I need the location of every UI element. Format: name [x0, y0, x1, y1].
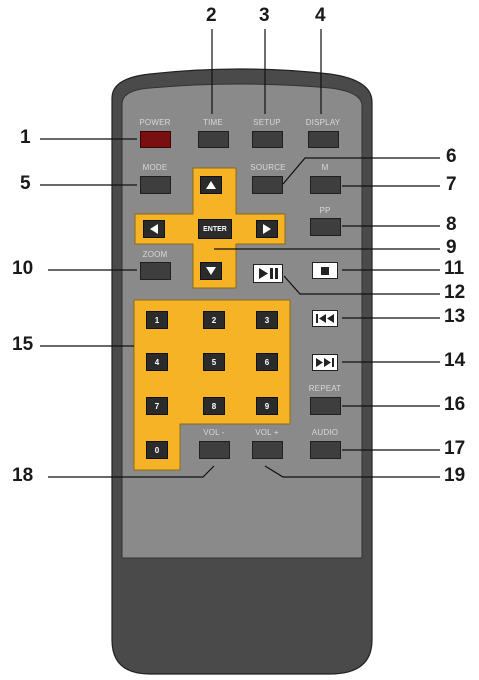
play-pause-button[interactable] [253, 264, 283, 283]
arrow-up-icon [206, 181, 216, 189]
mode-button[interactable] [140, 176, 171, 194]
right-button[interactable] [256, 220, 278, 238]
up-button[interactable] [200, 176, 222, 194]
down-button[interactable] [200, 262, 222, 280]
callout-10: 10 [12, 258, 34, 279]
callout-1: 1 [20, 127, 31, 148]
key-5[interactable]: 5 [203, 353, 225, 371]
stop-icon [321, 266, 329, 275]
time-button[interactable] [198, 131, 229, 148]
remote-diagram: POWER TIME SETUP DISPLAY MODE SOURCE M E… [0, 0, 479, 680]
callout-13: 13 [444, 306, 466, 327]
power-label: POWER [139, 118, 171, 127]
callout-8: 8 [446, 214, 457, 235]
repeat-label: REPEAT [308, 384, 342, 393]
arrow-down-icon [206, 267, 216, 275]
callout-4: 4 [315, 5, 326, 26]
callout-6: 6 [446, 146, 457, 167]
callout-18: 18 [12, 465, 34, 486]
enter-button[interactable]: ENTER [198, 219, 232, 239]
arrow-left-icon [150, 224, 158, 234]
vol-plus-button[interactable] [252, 441, 283, 459]
callout-14: 14 [444, 350, 466, 371]
pp-button[interactable] [310, 218, 341, 236]
key-1[interactable]: 1 [146, 311, 168, 329]
left-button[interactable] [143, 220, 165, 238]
mode-label: MODE [142, 163, 168, 172]
audio-label: AUDIO [311, 428, 339, 437]
key-6[interactable]: 6 [256, 353, 278, 371]
callout-3: 3 [259, 5, 270, 26]
m-label: M [321, 163, 329, 172]
callout-9: 9 [446, 237, 457, 258]
time-label: TIME [203, 118, 223, 127]
setup-button[interactable] [252, 131, 283, 148]
next-track-button[interactable] [312, 354, 338, 371]
play-pause-icon [259, 268, 278, 279]
callout-15: 15 [12, 334, 34, 355]
key-9[interactable]: 9 [256, 397, 278, 415]
callout-12: 12 [444, 282, 466, 303]
key-0[interactable]: 0 [146, 441, 168, 459]
callout-7: 7 [446, 174, 457, 195]
callout-19: 19 [444, 465, 466, 486]
repeat-button[interactable] [310, 397, 341, 415]
previous-track-button[interactable] [312, 310, 338, 327]
key-7[interactable]: 7 [146, 397, 168, 415]
vol-minus-label: VOL - [203, 428, 225, 437]
callout-16: 16 [444, 394, 466, 415]
source-label: SOURCE [250, 163, 286, 172]
stop-button[interactable] [312, 262, 338, 279]
callout-2: 2 [206, 5, 217, 26]
vol-plus-label: VOL + [255, 428, 279, 437]
key-2[interactable]: 2 [203, 311, 225, 329]
vol-minus-button[interactable] [199, 441, 230, 459]
pp-label: PP [319, 206, 331, 215]
callout-17: 17 [444, 438, 466, 459]
source-button[interactable] [252, 176, 283, 194]
key-4[interactable]: 4 [146, 353, 168, 371]
display-label: DISPLAY [305, 118, 341, 127]
m-button[interactable] [310, 176, 341, 194]
zoom-label: ZOOM [142, 250, 168, 259]
callout-5: 5 [20, 173, 31, 194]
key-3[interactable]: 3 [256, 311, 278, 329]
previous-track-icon [316, 314, 334, 323]
display-button[interactable] [308, 131, 339, 148]
setup-label: SETUP [253, 118, 281, 127]
audio-button[interactable] [310, 441, 341, 459]
zoom-button[interactable] [140, 262, 171, 280]
callout-11: 11 [444, 258, 465, 279]
key-8[interactable]: 8 [203, 397, 225, 415]
next-track-icon [316, 358, 334, 367]
power-button[interactable] [140, 131, 171, 148]
remote-body [40, 29, 440, 675]
arrow-right-icon [263, 224, 271, 234]
